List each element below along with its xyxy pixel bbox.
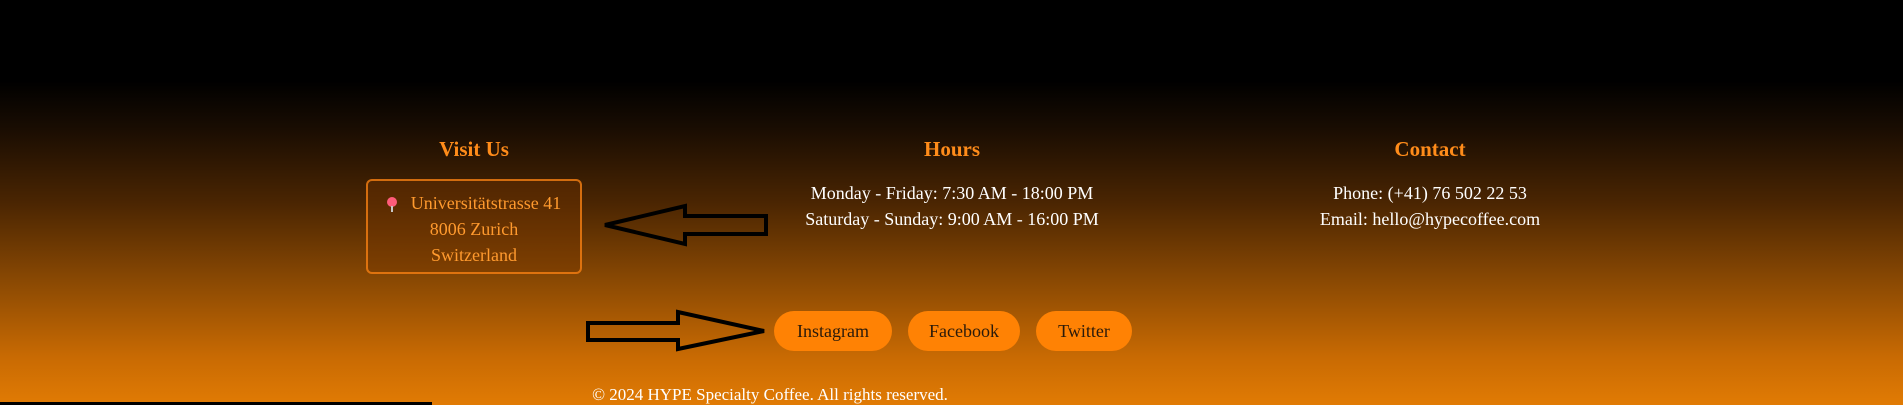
hours-weekday: Monday - Friday: 7:30 AM - 18:00 PM [810, 183, 1094, 203]
address-country: Switzerland [431, 245, 517, 265]
hours-block: Monday - Friday: 7:30 AM - 18:00 PM Satu… [742, 180, 1162, 232]
visit-us-heading: Visit Us [439, 137, 509, 161]
address-street-line: Universitätstrasse 41 [368, 190, 580, 216]
facebook-button[interactable]: Facebook [908, 311, 1020, 351]
instagram-button[interactable]: Instagram [774, 311, 892, 351]
pin-icon [386, 197, 397, 212]
contact-email[interactable]: Email: hello@hypecoffee.com [1220, 206, 1640, 232]
hours-heading: Hours [923, 137, 980, 161]
address-city: 8006 Zurich [429, 219, 519, 239]
right-arrow-icon [586, 309, 765, 352]
address-card[interactable]: Universitätstrasse 41 8006 Zurich Switze… [366, 179, 582, 274]
twitter-button[interactable]: Twitter [1036, 311, 1132, 351]
left-arrow-icon [604, 203, 768, 247]
contact-phone[interactable]: Phone: (+41) 76 502 22 53 [1220, 180, 1640, 206]
contact-heading: Contact [1394, 137, 1466, 161]
contact-block: Phone: (+41) 76 502 22 53 Email: hello@h… [1220, 180, 1640, 232]
address-street: Universitätstrasse 41 [410, 193, 562, 213]
hours-weekend: Saturday - Sunday: 9:00 AM - 16:00 PM [805, 209, 1099, 229]
